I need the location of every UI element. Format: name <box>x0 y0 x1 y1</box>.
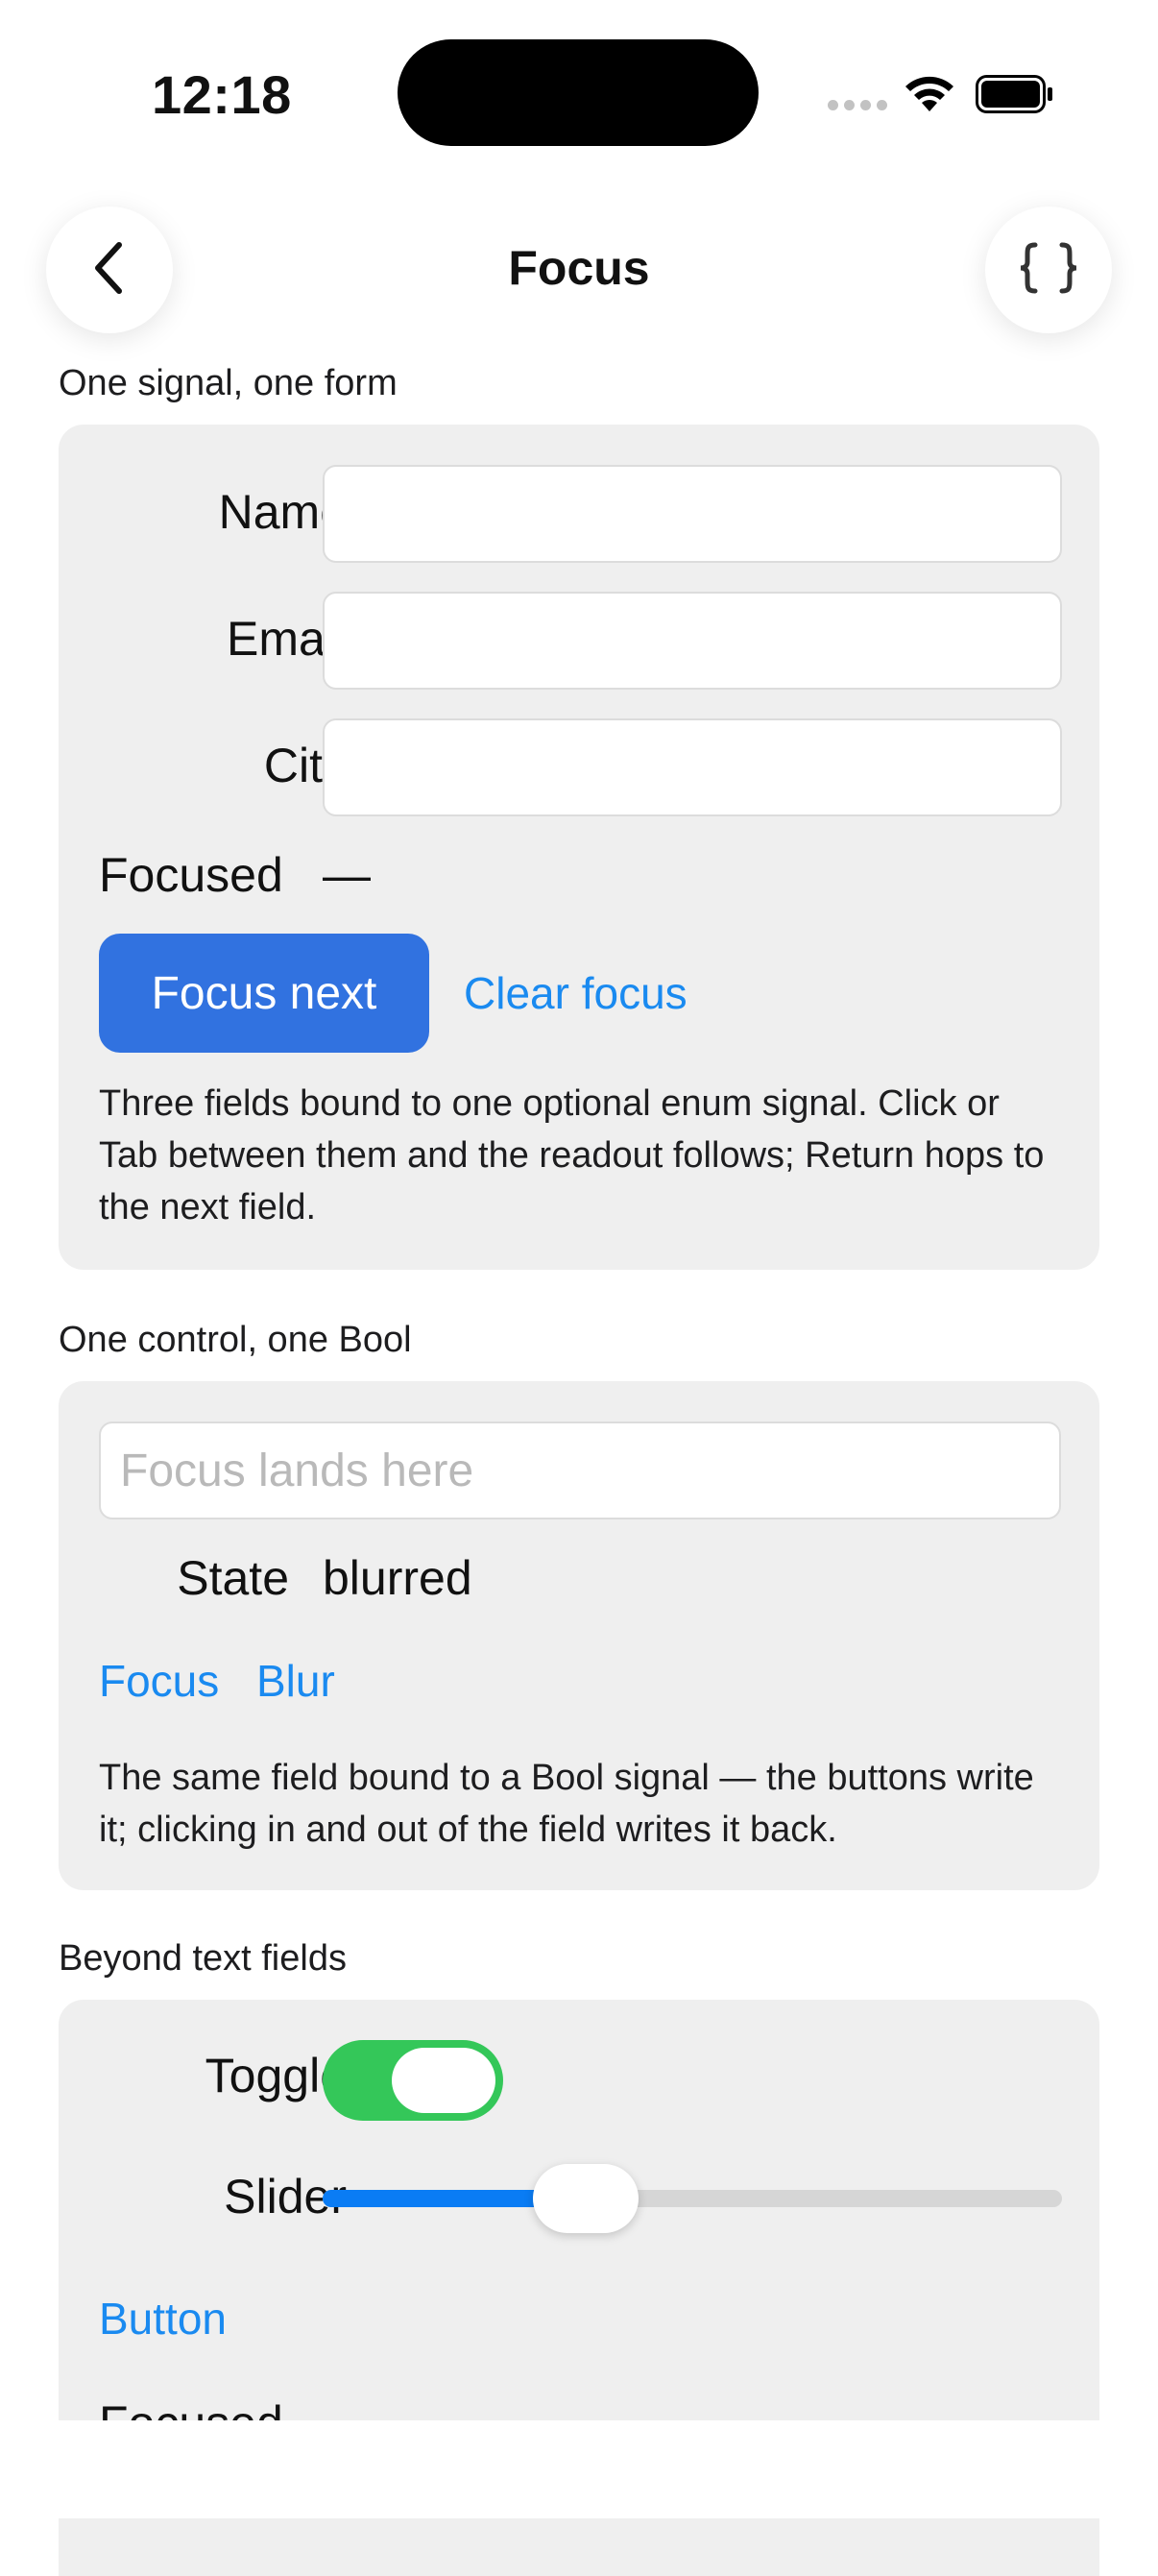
city-label: City <box>263 739 347 792</box>
city-field[interactable] <box>323 718 1062 816</box>
battery-icon <box>976 75 1054 118</box>
email-field[interactable] <box>323 592 1062 690</box>
wifi-icon <box>901 73 958 120</box>
braces-icon <box>1018 241 1079 300</box>
focus-next-button[interactable]: Focus next <box>99 934 429 1053</box>
name-field[interactable] <box>323 465 1062 563</box>
state-label: State <box>177 1551 289 1605</box>
name-label: Name <box>218 485 347 539</box>
section-label-bool: One control, one Bool <box>59 1320 412 1360</box>
bool-input[interactable]: Focus lands here <box>99 1422 1061 1519</box>
section-label-form: One signal, one form <box>59 363 398 403</box>
bool-description: The same field bound to a Bool signal — … <box>99 1758 1034 1850</box>
state-value: blurred <box>323 1551 472 1605</box>
blur-link[interactable]: Blur <box>256 1655 335 1707</box>
dynamic-island <box>398 39 759 146</box>
email-label: Email <box>226 612 347 666</box>
toggle-switch[interactable] <box>323 2040 503 2121</box>
button-link[interactable]: Button <box>99 2293 227 2345</box>
code-button[interactable] <box>985 207 1112 333</box>
slider-fill <box>323 2190 567 2207</box>
clear-focus-link[interactable]: Clear focus <box>464 967 688 1019</box>
toggle-knob <box>392 2048 495 2113</box>
slider[interactable] <box>323 2164 1062 2233</box>
form-description: Three fields bound to one optional enum … <box>99 1083 1045 1227</box>
bottom-fade <box>0 2420 1158 2518</box>
section-label-beyond: Beyond text fields <box>59 1938 347 1979</box>
cellular-signal-icon <box>828 100 887 110</box>
bool-card: Focus lands here State blurred Focus Blu… <box>59 1381 1099 1890</box>
toggle-label: Toggle <box>205 2049 347 2102</box>
slider-knob[interactable] <box>533 2164 639 2233</box>
focused-value: — <box>323 848 371 902</box>
form-card: Name Email City Focused — Focus next Cle… <box>59 425 1099 1270</box>
slider-label: Slider <box>224 2170 347 2224</box>
status-time: 12:18 <box>152 64 292 125</box>
focus-link[interactable]: Focus <box>99 1655 219 1707</box>
focused-label: Focused <box>99 848 283 902</box>
